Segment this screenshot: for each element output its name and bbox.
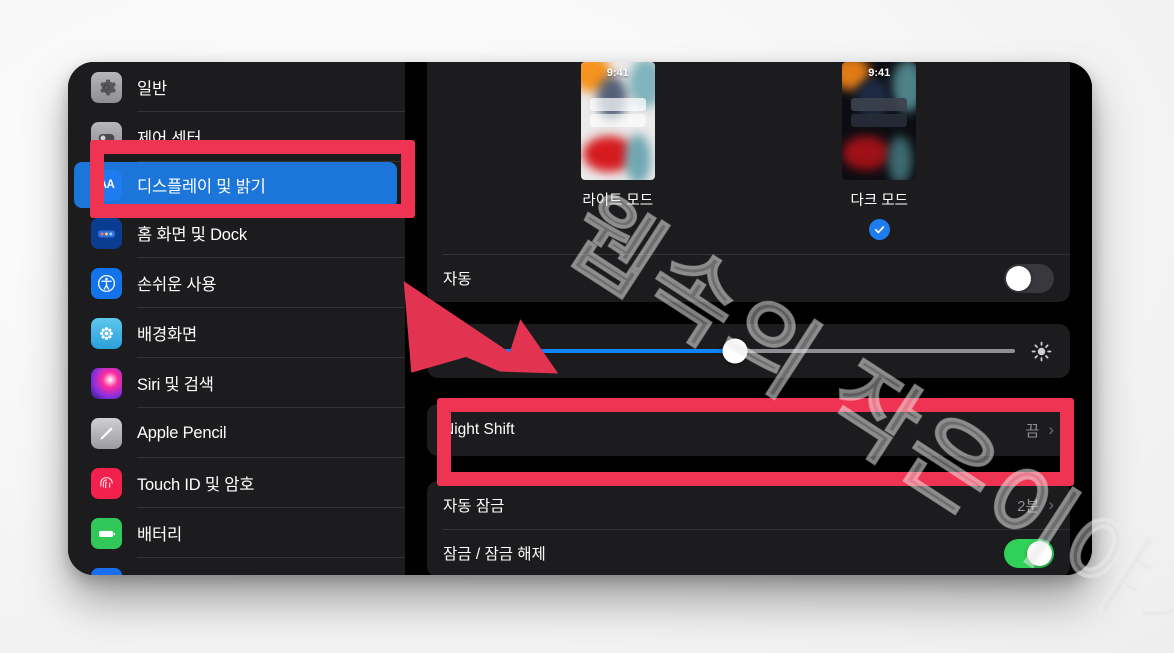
brightness-low-icon bbox=[443, 342, 462, 361]
sidebar-item-control-center[interactable]: 제어 센터 bbox=[68, 112, 405, 162]
wallpaper-icon bbox=[91, 317, 122, 349]
sidebar-item-label: Apple Pencil bbox=[137, 423, 227, 442]
sidebar-item-display-brightness[interactable]: AA 디스플레이 및 밝기 bbox=[74, 162, 397, 208]
auto-appearance-row[interactable]: 자동 bbox=[427, 254, 1070, 302]
chevron-right-icon: › bbox=[1048, 419, 1054, 439]
night-shift-value: 끔 bbox=[1025, 422, 1040, 440]
sidebar-item-label: 배터리 bbox=[137, 526, 182, 544]
sidebar-item-label: 손쉬운 사용 bbox=[137, 276, 217, 294]
preview-widget-bar bbox=[589, 114, 646, 127]
toggle-knob bbox=[1027, 540, 1052, 566]
preview-widget-bar bbox=[851, 98, 908, 111]
settings-sidebar[interactable]: 일반 제어 센터 AA 디스플레이 및 밝기 홈 화면 및 Dock 손쉬운 사… bbox=[68, 62, 405, 575]
touch-id-icon bbox=[91, 467, 122, 499]
brightness-high-icon bbox=[1029, 339, 1054, 364]
sidebar-item-touch-id-passcode[interactable]: Touch ID 및 암호 bbox=[68, 458, 405, 508]
sidebar-item-label: Siri 및 검색 bbox=[137, 376, 214, 394]
auto-lock-value-group: 2분 › bbox=[1017, 495, 1054, 516]
siri-icon bbox=[91, 367, 122, 399]
sidebar-item-general[interactable]: 일반 bbox=[68, 62, 405, 112]
appearance-mode-picker[interactable]: 9:41 라이트 모드 9:41 다크 모드 bbox=[427, 62, 1070, 240]
sidebar-item-label: 일반 bbox=[137, 80, 167, 98]
toggle-knob bbox=[1006, 265, 1031, 291]
brightness-slider-knob[interactable] bbox=[722, 338, 748, 364]
light-mode-label: 라이트 모드 bbox=[582, 193, 654, 209]
control-center-icon bbox=[91, 121, 122, 153]
auto-lock-label: 자동 잠금 bbox=[443, 498, 505, 515]
dark-mode-label: 다크 모드 bbox=[850, 193, 908, 209]
display-brightness-panel: 9:41 라이트 모드 9:41 다크 모드 자동 Night Shift 끔 … bbox=[405, 62, 1092, 575]
ipad-device-frame: 일반 제어 센터 AA 디스플레이 및 밝기 홈 화면 및 Dock 손쉬운 사… bbox=[68, 62, 1092, 575]
sidebar-item-accessibility[interactable]: 손쉬운 사용 bbox=[68, 258, 405, 308]
dark-mode-checkmark bbox=[868, 219, 890, 240]
auto-appearance-toggle[interactable] bbox=[1004, 263, 1054, 293]
light-mode-preview: 9:41 bbox=[580, 62, 655, 180]
appearance-card: 9:41 라이트 모드 9:41 다크 모드 자동 bbox=[427, 62, 1070, 302]
light-mode-option[interactable]: 9:41 라이트 모드 bbox=[518, 62, 718, 240]
brightness-slider-fill bbox=[476, 349, 735, 353]
sidebar-item-label: 개인 정보 보호 bbox=[137, 571, 236, 575]
chevron-right-icon: › bbox=[1048, 494, 1054, 514]
sidebar-item-wallpaper[interactable]: 배경화면 bbox=[68, 308, 405, 358]
settings-screen: 일반 제어 센터 AA 디스플레이 및 밝기 홈 화면 및 Dock 손쉬운 사… bbox=[68, 62, 1092, 575]
sidebar-item-battery[interactable]: 배터리 bbox=[68, 508, 405, 558]
sidebar-item-siri-search[interactable]: Siri 및 검색 bbox=[68, 358, 405, 408]
sidebar-item-label: 배경화면 bbox=[137, 326, 197, 344]
sidebar-item-apple-pencil[interactable]: Apple Pencil bbox=[68, 408, 405, 458]
dark-mode-option[interactable]: 9:41 다크 모드 bbox=[779, 62, 979, 240]
night-shift-value-group: 끔 › bbox=[1026, 420, 1054, 441]
dark-mode-preview: 9:41 bbox=[842, 62, 917, 180]
auto-lock-value: 2분 bbox=[1017, 497, 1040, 515]
sidebar-item-label: 제어 센터 bbox=[137, 130, 202, 148]
preview-widget-bar bbox=[589, 98, 646, 111]
lock-settings-card: 자동 잠금 2분 › 잠금 / 잠금 해제 bbox=[427, 481, 1070, 575]
aa-glyph: AA bbox=[98, 179, 115, 191]
lock-unlock-label: 잠금 / 잠금 해제 bbox=[443, 546, 546, 563]
night-shift-label: Night Shift bbox=[443, 421, 515, 438]
sidebar-item-label: 홈 화면 및 Dock bbox=[137, 226, 247, 244]
sidebar-item-privacy[interactable]: 개인 정보 보호 bbox=[68, 558, 405, 575]
preview-time: 9:41 bbox=[606, 67, 629, 79]
battery-icon bbox=[91, 517, 122, 549]
lock-unlock-row[interactable]: 잠금 / 잠금 해제 bbox=[427, 529, 1070, 575]
brightness-slider[interactable] bbox=[476, 338, 1015, 364]
display-brightness-icon: AA bbox=[91, 169, 122, 201]
brightness-card[interactable] bbox=[427, 324, 1070, 378]
gear-icon bbox=[91, 71, 122, 103]
home-screen-dock-icon bbox=[91, 217, 122, 249]
accessibility-icon bbox=[91, 267, 122, 299]
lock-unlock-toggle[interactable] bbox=[1004, 538, 1054, 568]
apple-pencil-icon bbox=[91, 417, 122, 449]
privacy-hand-icon bbox=[91, 567, 122, 575]
night-shift-row[interactable]: Night Shift 끔 › bbox=[427, 404, 1070, 456]
preview-time: 9:41 bbox=[868, 67, 891, 79]
preview-widget-bar bbox=[851, 114, 908, 127]
sidebar-item-label: 디스플레이 및 밝기 bbox=[137, 178, 266, 196]
sidebar-item-label: Touch ID 및 암호 bbox=[137, 476, 255, 494]
auto-appearance-label: 자동 bbox=[443, 271, 472, 288]
sidebar-item-home-screen-dock[interactable]: 홈 화면 및 Dock bbox=[68, 208, 405, 258]
auto-lock-row[interactable]: 자동 잠금 2분 › bbox=[427, 481, 1070, 529]
